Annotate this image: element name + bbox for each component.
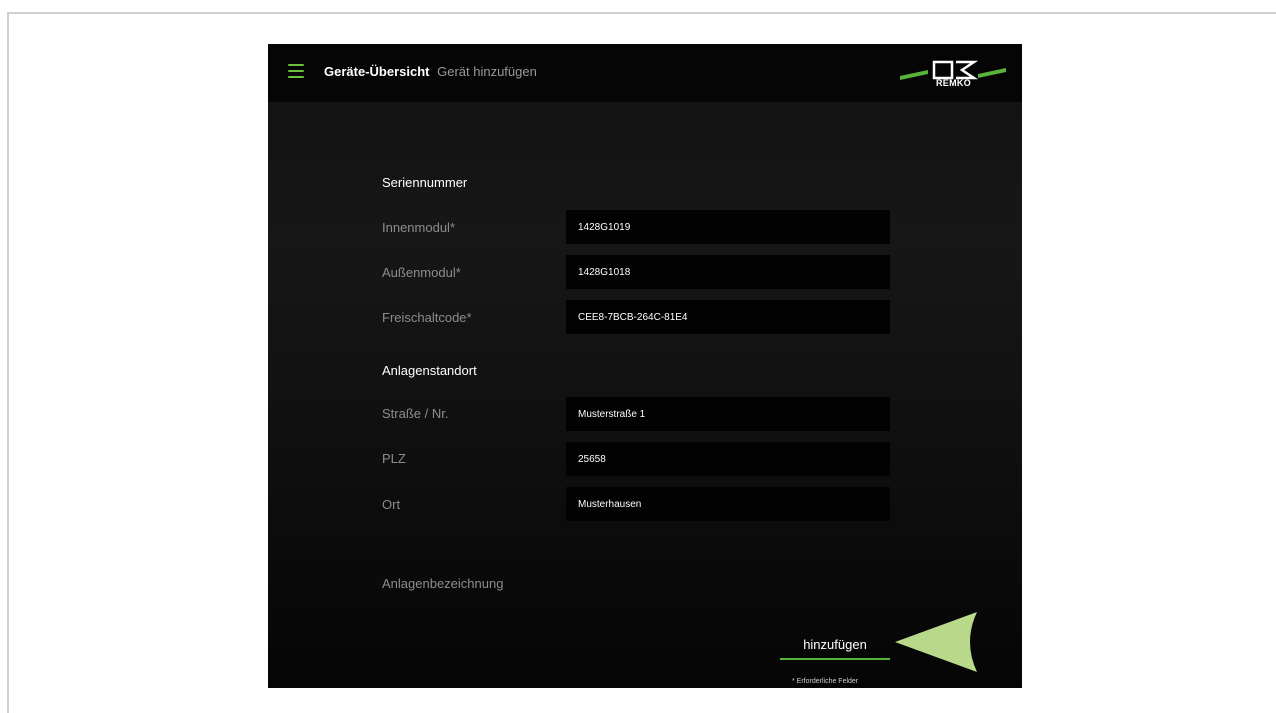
top-bar: Geräte-Übersicht Gerät hinzufügen REMKO [268,44,1022,102]
zip-label: PLZ [382,451,406,466]
outdoor-module-input[interactable] [566,255,890,289]
section-system-location: Anlagenstandort [382,363,477,378]
section-serial-number: Seriennummer [382,175,468,190]
indoor-module-label: Innenmodul* [382,220,455,235]
street-input[interactable] [566,397,890,431]
city-label: Ort [382,497,401,512]
app-window: Geräte-Übersicht Gerät hinzufügen REMKO … [268,44,1022,688]
remko-logo: REMKO [898,54,1008,94]
unlock-code-label: Freischaltcode* [382,310,472,325]
add-button[interactable]: hinzufügen [780,630,890,660]
outdoor-module-label: Außenmodul* [382,265,461,280]
indoor-module-input[interactable] [566,210,890,244]
breadcrumb: Geräte-Übersicht Gerät hinzufügen [324,64,537,79]
unlock-code-input[interactable] [566,300,890,334]
hamburger-menu-icon[interactable] [288,64,304,78]
zip-input[interactable] [566,442,890,476]
city-input[interactable] [566,487,890,521]
breadcrumb-add-device: Gerät hinzufügen [437,64,537,79]
system-name-label[interactable]: Anlagenbezeichnung [382,576,503,591]
remko-logo-icon [900,60,1006,80]
logo-text: REMKO [936,78,971,88]
breadcrumb-device-overview[interactable]: Geräte-Übersicht [324,64,429,79]
required-fields-note: * Erforderliche Felder [792,678,859,685]
street-label: Straße / Nr. [382,406,449,421]
arrow-pointer-icon [895,612,977,672]
